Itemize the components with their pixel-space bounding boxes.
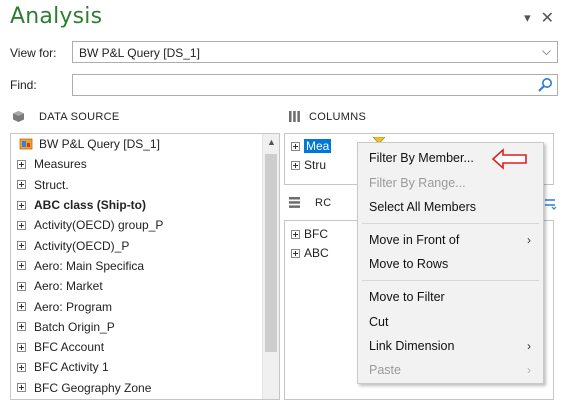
rows-icon [289, 197, 300, 208]
columns-item-label: Mea [304, 139, 332, 153]
expand-icon[interactable] [17, 342, 26, 352]
swap-axes-icon[interactable] [543, 197, 557, 211]
menu-item-move-to-filter[interactable]: Move to Filter [369, 290, 445, 304]
columns-icon [289, 111, 300, 122]
expand-icon[interactable] [17, 302, 26, 312]
close-icon[interactable]: ✕ [541, 8, 554, 28]
expand-icon[interactable] [17, 261, 26, 271]
dimension-label: Batch Origin_P [34, 319, 115, 334]
menu-item-move-to-rows[interactable]: Move to Rows [369, 257, 448, 271]
menu-item-cut[interactable]: Cut [369, 315, 388, 329]
chevron-down-icon[interactable]: ▾ [524, 10, 531, 26]
columns-header: COLUMNS [288, 110, 366, 123]
rows-item-label: BFC [304, 227, 328, 241]
expand-icon[interactable] [17, 322, 26, 332]
dimension-item[interactable]: Aero: Main Specifica [11, 256, 263, 276]
data-source-root[interactable]: BW P&L Query [DS_1] [11, 134, 263, 154]
expand-icon[interactable] [291, 141, 300, 151]
dimension-item[interactable]: Batch Origin_P [11, 317, 263, 337]
menu-separator [362, 280, 539, 281]
find-label: Find: [10, 78, 37, 92]
expand-icon[interactable] [291, 229, 300, 239]
columns-item[interactable]: Stru [291, 158, 326, 172]
find-field[interactable] [72, 74, 558, 96]
expand-icon[interactable] [291, 160, 300, 170]
dimension-label: Activity(OECD)_P [34, 238, 130, 253]
menu-item-filter-by-member[interactable]: Filter By Member... [369, 151, 474, 165]
view-for-label: View for: [10, 46, 57, 60]
dimension-item[interactable]: Activity(OECD) group_P [11, 215, 263, 235]
annotation-arrow-icon [492, 148, 527, 170]
dimension-item[interactable]: BFC Geography Zone [11, 378, 263, 398]
expand-icon[interactable] [17, 281, 26, 291]
window-controls: ▾ ✕ [524, 8, 554, 28]
chevron-right-icon: › [527, 233, 531, 247]
rows-item[interactable]: ABC [291, 246, 329, 260]
expand-icon[interactable] [17, 180, 26, 190]
dimension-label: BFC Account [34, 340, 105, 355]
menu-item-move-in-front-of[interactable]: Move in Front of [369, 233, 459, 247]
dimension-label: Aero: Main Specifica [34, 258, 145, 273]
dimension-item[interactable]: BFC Activity 1 [11, 357, 263, 377]
dimension-label: ABC class (Ship-to) [34, 198, 147, 213]
vertical-scrollbar[interactable]: ▲ [262, 134, 279, 399]
context-menu: Filter By Member... Filter By Range... S… [357, 142, 544, 384]
columns-title: COLUMNS [309, 110, 367, 123]
cube-icon [13, 111, 24, 122]
rows-header: RC [288, 196, 332, 209]
dimension-item[interactable]: Activity(OECD)_P [11, 235, 263, 255]
dimension-item[interactable]: ABC class (Ship-to) [11, 195, 263, 215]
dimension-label: Measures [34, 157, 87, 172]
expand-icon[interactable] [17, 362, 26, 372]
dimension-label: BFC Geography Zone [34, 380, 152, 395]
dimension-item[interactable]: Measures [11, 154, 263, 174]
menu-item-select-all-members[interactable]: Select All Members [369, 200, 476, 214]
dimension-label: Activity(OECD) group_P [34, 218, 164, 233]
menu-item-filter-by-range[interactable]: Filter By Range... [369, 176, 466, 190]
view-for-value: BW P&L Query [DS_1] [79, 46, 200, 60]
expand-icon[interactable] [17, 159, 26, 169]
rows-title: RC [315, 196, 332, 209]
dimension-item[interactable]: BFC Account [11, 337, 263, 357]
data-source-title: DATA SOURCE [39, 110, 120, 123]
dimension-label: Struct. [34, 177, 69, 192]
search-icon[interactable] [537, 77, 553, 93]
menu-separator [362, 223, 539, 224]
columns-item[interactable]: Mea [291, 139, 332, 153]
expand-icon[interactable] [291, 248, 300, 258]
scrollbar-thumb[interactable] [265, 154, 277, 352]
query-icon [19, 138, 33, 150]
expand-icon[interactable] [17, 241, 26, 251]
rows-item[interactable]: BFC [291, 227, 328, 241]
dimension-item[interactable]: Aero: Market [11, 276, 263, 296]
chevron-right-icon: › [527, 363, 531, 377]
expand-icon[interactable] [17, 220, 26, 230]
columns-item-label: Stru [304, 158, 327, 172]
data-source-header: DATA SOURCE [12, 110, 120, 123]
dimension-item[interactable]: Struct. [11, 175, 263, 195]
data-source-root-label: BW P&L Query [DS_1] [39, 137, 160, 152]
expand-icon[interactable] [17, 200, 26, 210]
chevron-right-icon: › [527, 339, 531, 353]
scroll-up-icon[interactable]: ▲ [263, 134, 279, 151]
menu-item-link-dimension[interactable]: Link Dimension [369, 339, 454, 353]
chevron-down-icon: ⌵ [541, 44, 551, 58]
dimension-item[interactable]: Aero: Program [11, 296, 263, 316]
view-for-select[interactable]: BW P&L Query [DS_1] ⌵ [72, 41, 558, 63]
dimension-label: BFC Activity 1 [34, 360, 109, 375]
find-input[interactable] [77, 77, 517, 93]
pane-title: Analysis [10, 4, 103, 29]
dimension-label: Aero: Market [34, 279, 103, 294]
data-source-tree[interactable]: BW P&L Query [DS_1] Measures Struct. ABC… [10, 133, 280, 400]
dimension-label: Aero: Program [34, 299, 113, 314]
rows-item-label: ABC [304, 246, 329, 260]
expand-icon[interactable] [17, 383, 26, 393]
menu-item-paste[interactable]: Paste [369, 363, 401, 377]
